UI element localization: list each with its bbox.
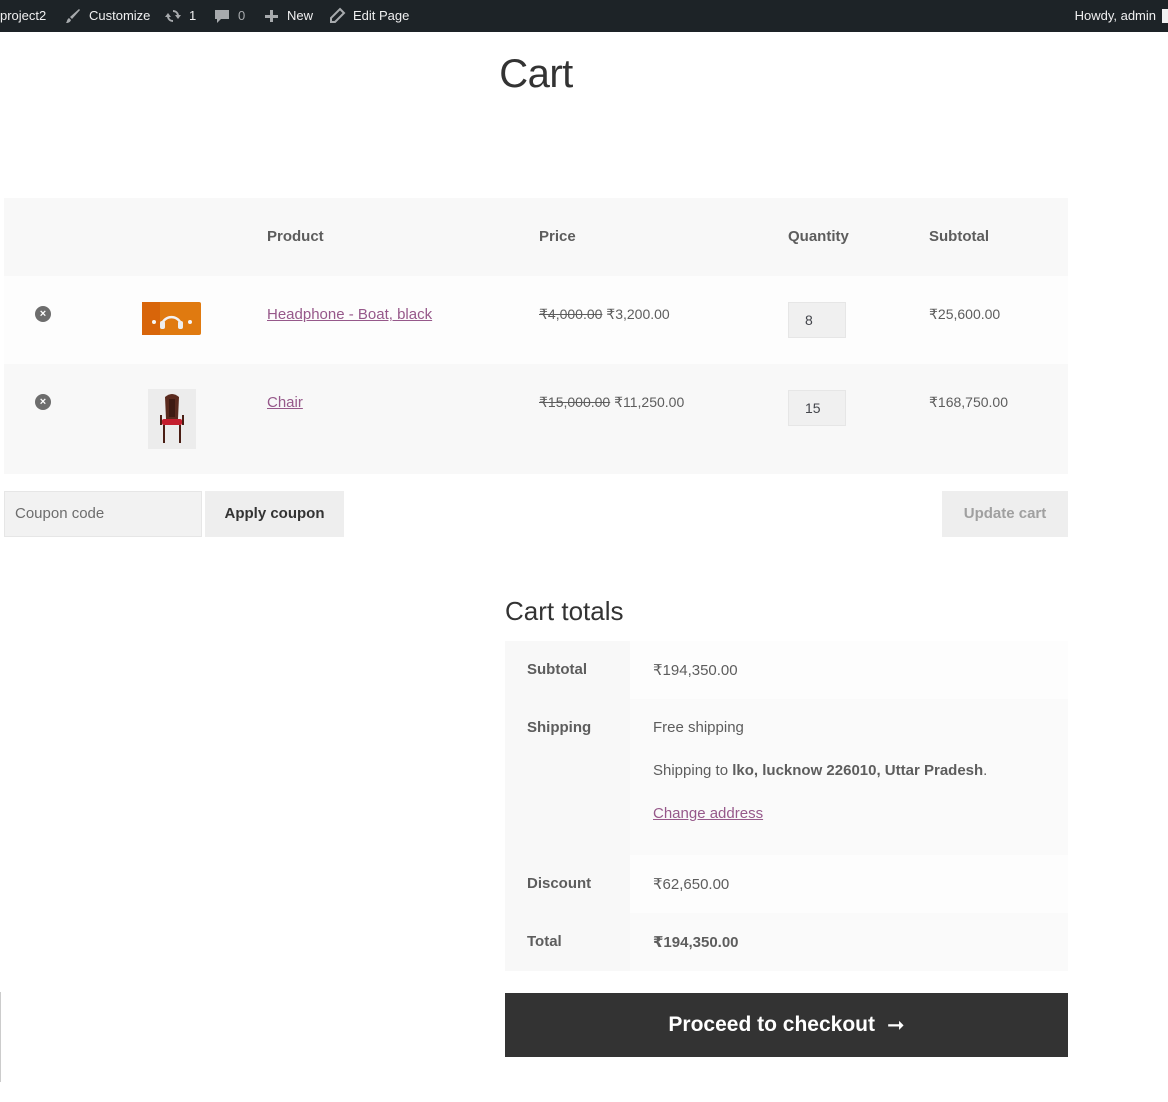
shipping-method: Free shipping <box>653 719 744 736</box>
edit-page-link[interactable]: Edit Page <box>327 0 409 32</box>
totals-row-subtotal: Subtotal ₹194,350.00 <box>505 641 1068 699</box>
customize-label: Customize <box>89 8 151 23</box>
subtotal-value: ₹194,350.00 <box>630 641 1068 699</box>
update-cart-button[interactable]: Update cart <box>942 491 1068 537</box>
comments-count: 0 <box>238 8 246 23</box>
page-edge-divider <box>0 992 1 1082</box>
table-row: × Headphone - Boat, black ₹4,000.00 ₹3,2… <box>4 276 1068 364</box>
total-label: Total <box>505 913 630 971</box>
apply-coupon-button[interactable]: Apply coupon <box>205 491 344 537</box>
header-price: Price <box>539 228 576 245</box>
sale-price: ₹3,200.00 <box>606 306 670 322</box>
site-name-label: project2 <box>0 8 47 23</box>
my-account-link[interactable]: Howdy, admin <box>1075 0 1156 32</box>
brush-icon <box>63 6 83 26</box>
discount-label: Discount <box>505 855 630 913</box>
change-address-link[interactable]: Change address <box>653 805 763 822</box>
new-content-link[interactable]: New <box>261 0 313 32</box>
arrow-right-icon: ➞ <box>886 1013 905 1037</box>
shipping-label: Shipping <box>505 699 630 855</box>
product-link-headphone[interactable]: Headphone - Boat, black <box>267 306 432 323</box>
totals-row-shipping: Shipping Free shipping Shipping to lko, … <box>505 699 1068 855</box>
header-subtotal: Subtotal <box>929 228 989 245</box>
comments-link[interactable]: 0 <box>212 0 245 32</box>
quantity-input[interactable]: 8 <box>788 302 846 338</box>
regular-price: ₹15,000.00 <box>539 394 611 410</box>
page-title: Cart <box>499 52 573 96</box>
remove-icon[interactable]: × <box>35 306 51 322</box>
admin-bar: project2 Customize 1 0 New Edit Page How… <box>0 0 1168 32</box>
discount-value: ₹62,650.00 <box>630 855 1068 913</box>
proceed-to-checkout-button[interactable]: Proceed to checkout ➞ <box>505 993 1068 1057</box>
shipping-destination: Shipping to lko, lucknow 226010, Uttar P… <box>653 762 1068 779</box>
edit-page-label: Edit Page <box>353 8 410 23</box>
sale-price: ₹11,250.00 <box>614 394 685 410</box>
total-value: ₹194,350.00 <box>653 934 739 951</box>
quantity-input[interactable]: 15 <box>788 390 846 426</box>
plus-icon <box>261 6 281 26</box>
totals-row-total: Total ₹194,350.00 <box>505 913 1068 971</box>
updates-icon <box>163 6 183 26</box>
updates-link[interactable]: 1 <box>163 0 196 32</box>
cart-totals-table: Subtotal ₹194,350.00 Shipping Free shipp… <box>505 641 1068 971</box>
regular-price: ₹4,000.00 <box>539 306 603 322</box>
product-price: ₹4,000.00 ₹3,200.00 <box>539 306 670 323</box>
table-row: × Chair ₹15,000.00 ₹11,250.00 15 ₹168,75… <box>4 364 1068 474</box>
site-name-link[interactable]: project2 <box>0 0 46 32</box>
cart-table: Product Price Quantity Subtotal × Headph… <box>4 198 1068 474</box>
product-link-chair[interactable]: Chair <box>267 394 303 411</box>
customize-link[interactable]: Customize <box>63 0 150 32</box>
subtotal-label: Subtotal <box>505 641 630 699</box>
change-address-row: Change address <box>653 805 1068 822</box>
remove-icon[interactable]: × <box>35 394 51 410</box>
shipping-address: lko, lucknow 226010, Uttar Pradesh <box>732 762 984 779</box>
howdy-label: Howdy, admin <box>1074 8 1156 23</box>
totals-row-discount: Discount ₹62,650.00 <box>505 855 1068 913</box>
pencil-icon <box>327 6 347 26</box>
product-thumbnail-headphone[interactable] <box>142 302 201 335</box>
product-subtotal: ₹168,750.00 <box>929 394 1008 410</box>
product-price: ₹15,000.00 ₹11,250.00 <box>539 394 684 411</box>
total-value-cell: ₹194,350.00 <box>630 913 1068 971</box>
shipping-value: Free shipping Shipping to lko, lucknow 2… <box>630 699 1068 855</box>
avatar[interactable] <box>1162 9 1168 23</box>
coupon-code-input[interactable]: Coupon code <box>4 491 202 537</box>
updates-count: 1 <box>189 8 197 23</box>
cart-table-header: Product Price Quantity Subtotal <box>4 198 1068 276</box>
cart-totals-title: Cart totals <box>505 596 624 626</box>
shipping-to-suffix: . <box>983 762 988 779</box>
new-label: New <box>287 8 314 23</box>
header-quantity: Quantity <box>788 228 849 245</box>
product-subtotal: ₹25,600.00 <box>929 306 1001 322</box>
checkout-label: Proceed to checkout <box>668 1013 875 1036</box>
product-thumbnail-chair[interactable] <box>148 389 196 449</box>
shipping-to-prefix: Shipping to <box>653 762 733 779</box>
header-product: Product <box>267 228 324 245</box>
comment-icon <box>212 6 232 26</box>
